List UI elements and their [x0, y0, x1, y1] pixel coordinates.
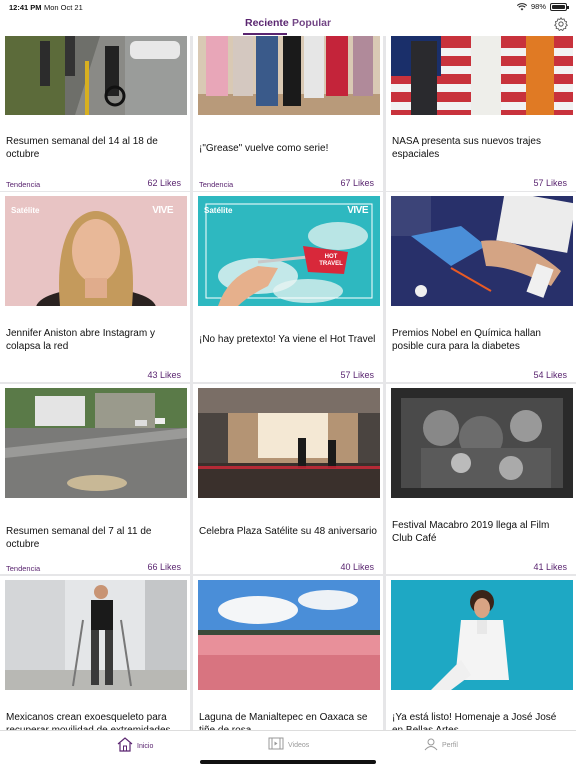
article-likes: 41 Likes: [533, 562, 567, 572]
article-card[interactable]: Satélite VIVE HOT TRAVEL ¡No hay pretext…: [193, 192, 383, 382]
home-icon: [117, 737, 133, 752]
status-right: 98%: [516, 2, 569, 11]
article-card[interactable]: Celebra Plaza Satélite su 48 aniversario…: [193, 384, 383, 574]
home-indicator[interactable]: [200, 760, 376, 764]
status-time: 12:41 PM: [9, 3, 42, 12]
article-likes: 40 Likes: [340, 562, 374, 572]
article-likes: 67 Likes: [340, 178, 374, 188]
article-title[interactable]: NASA presenta sus nuevos trajes espacial…: [392, 136, 570, 161]
video-icon: [268, 737, 284, 750]
nav-videos[interactable]: Videos: [268, 737, 309, 750]
nav-perfil[interactable]: Perfil: [424, 737, 458, 751]
article-image: Satélite VIVE HOT TRAVEL: [198, 196, 380, 306]
article-card[interactable]: ¡Ya está listo! Homenaje a José José en …: [386, 576, 576, 730]
nav-inicio[interactable]: Inicio: [117, 737, 153, 752]
tab-popular[interactable]: Popular: [292, 17, 331, 29]
top-header: Reciente Popular: [0, 14, 576, 36]
article-image: [5, 388, 187, 498]
article-title[interactable]: Mexicanos crean exoesqueleto para recupe…: [6, 712, 184, 730]
article-title[interactable]: Celebra Plaza Satélite su 48 aniversario: [199, 526, 377, 539]
wifi-icon: [516, 2, 527, 10]
article-tag: Tendencia: [199, 180, 234, 189]
article-title[interactable]: ¡Ya está listo! Homenaje a José José en …: [392, 712, 570, 730]
bottom-tab-bar: Inicio Videos Perfil: [0, 730, 576, 768]
article-card[interactable]: Laguna de Manialtepec en Oaxaca se tiñe …: [193, 576, 383, 730]
overlay-brand-left: Satélite: [204, 206, 233, 215]
article-title[interactable]: ¡No hay pretexto! Ya viene el Hot Travel: [199, 334, 377, 347]
overlay-sign: HOT TRAVEL: [319, 254, 343, 267]
article-card[interactable]: Festival Macabro 2019 llega al Film Club…: [386, 384, 576, 574]
article-image: [391, 196, 573, 306]
nav-videos-label: Videos: [288, 741, 310, 749]
article-likes: 43 Likes: [147, 370, 181, 380]
article-title[interactable]: Resumen semanal del 14 al 18 de octubre: [6, 136, 184, 161]
article-title[interactable]: Festival Macabro 2019 llega al Film Club…: [392, 520, 570, 545]
active-tab-indicator: [243, 33, 287, 35]
article-title[interactable]: Premios Nobel en Química hallan posible …: [392, 328, 570, 353]
article-card[interactable]: Resumen semanal del 14 al 18 de octubre …: [0, 36, 190, 191]
overlay-brand-right: VIVE: [347, 205, 368, 216]
nav-inicio-label: Inicio: [137, 743, 154, 750]
article-tag: Tendencia: [6, 564, 41, 573]
article-image: [198, 36, 380, 115]
article-likes: 57 Likes: [533, 178, 567, 188]
article-title[interactable]: Jennifer Aniston abre Instagram y colaps…: [6, 328, 184, 353]
overlay-brand-left: Satélite: [11, 206, 40, 215]
battery-percent: 98%: [530, 2, 546, 11]
article-image: [198, 580, 380, 690]
article-image: [391, 580, 573, 690]
article-title[interactable]: Resumen semanal del 7 al 11 de octubre: [6, 526, 184, 551]
gear-icon[interactable]: [553, 16, 569, 32]
article-title[interactable]: ¡"Grease" vuelve como serie!: [199, 143, 377, 156]
article-image: [5, 580, 187, 690]
profile-icon: [424, 738, 438, 751]
article-likes: 57 Likes: [340, 370, 374, 380]
article-image: [5, 36, 187, 115]
article-likes: 66 Likes: [147, 562, 181, 572]
article-image: Satélite VIVE: [5, 196, 187, 306]
articles-grid: Resumen semanal del 14 al 18 de octubre …: [0, 36, 576, 730]
status-date: Mon Oct 21: [44, 3, 83, 12]
tab-reciente[interactable]: Reciente: [245, 17, 289, 29]
article-card[interactable]: Resumen semanal del 7 al 11 de octubre T…: [0, 384, 190, 574]
article-likes: 54 Likes: [533, 370, 567, 380]
article-tag: Tendencia: [6, 180, 41, 189]
nav-perfil-label: Perfil: [442, 742, 458, 749]
article-image: [198, 388, 380, 498]
status-bar: 12:41 PM Mon Oct 21 98%: [0, 0, 576, 14]
article-image: [391, 388, 573, 498]
article-card[interactable]: Mexicanos crean exoesqueleto para recupe…: [0, 576, 190, 730]
battery-icon: [550, 2, 569, 11]
overlay-brand-right: VIVE: [152, 205, 173, 216]
article-card[interactable]: Premios Nobel en Química hallan posible …: [386, 192, 576, 382]
article-image: [391, 36, 573, 115]
article-card[interactable]: Satélite VIVE Jennifer Aniston abre Inst…: [0, 192, 190, 382]
article-title[interactable]: Laguna de Manialtepec en Oaxaca se tiñe …: [199, 712, 377, 730]
article-card[interactable]: NASA presenta sus nuevos trajes espacial…: [386, 36, 576, 191]
article-card[interactable]: ¡"Grease" vuelve como serie! Tendencia 6…: [193, 36, 383, 191]
article-likes: 62 Likes: [147, 178, 181, 188]
